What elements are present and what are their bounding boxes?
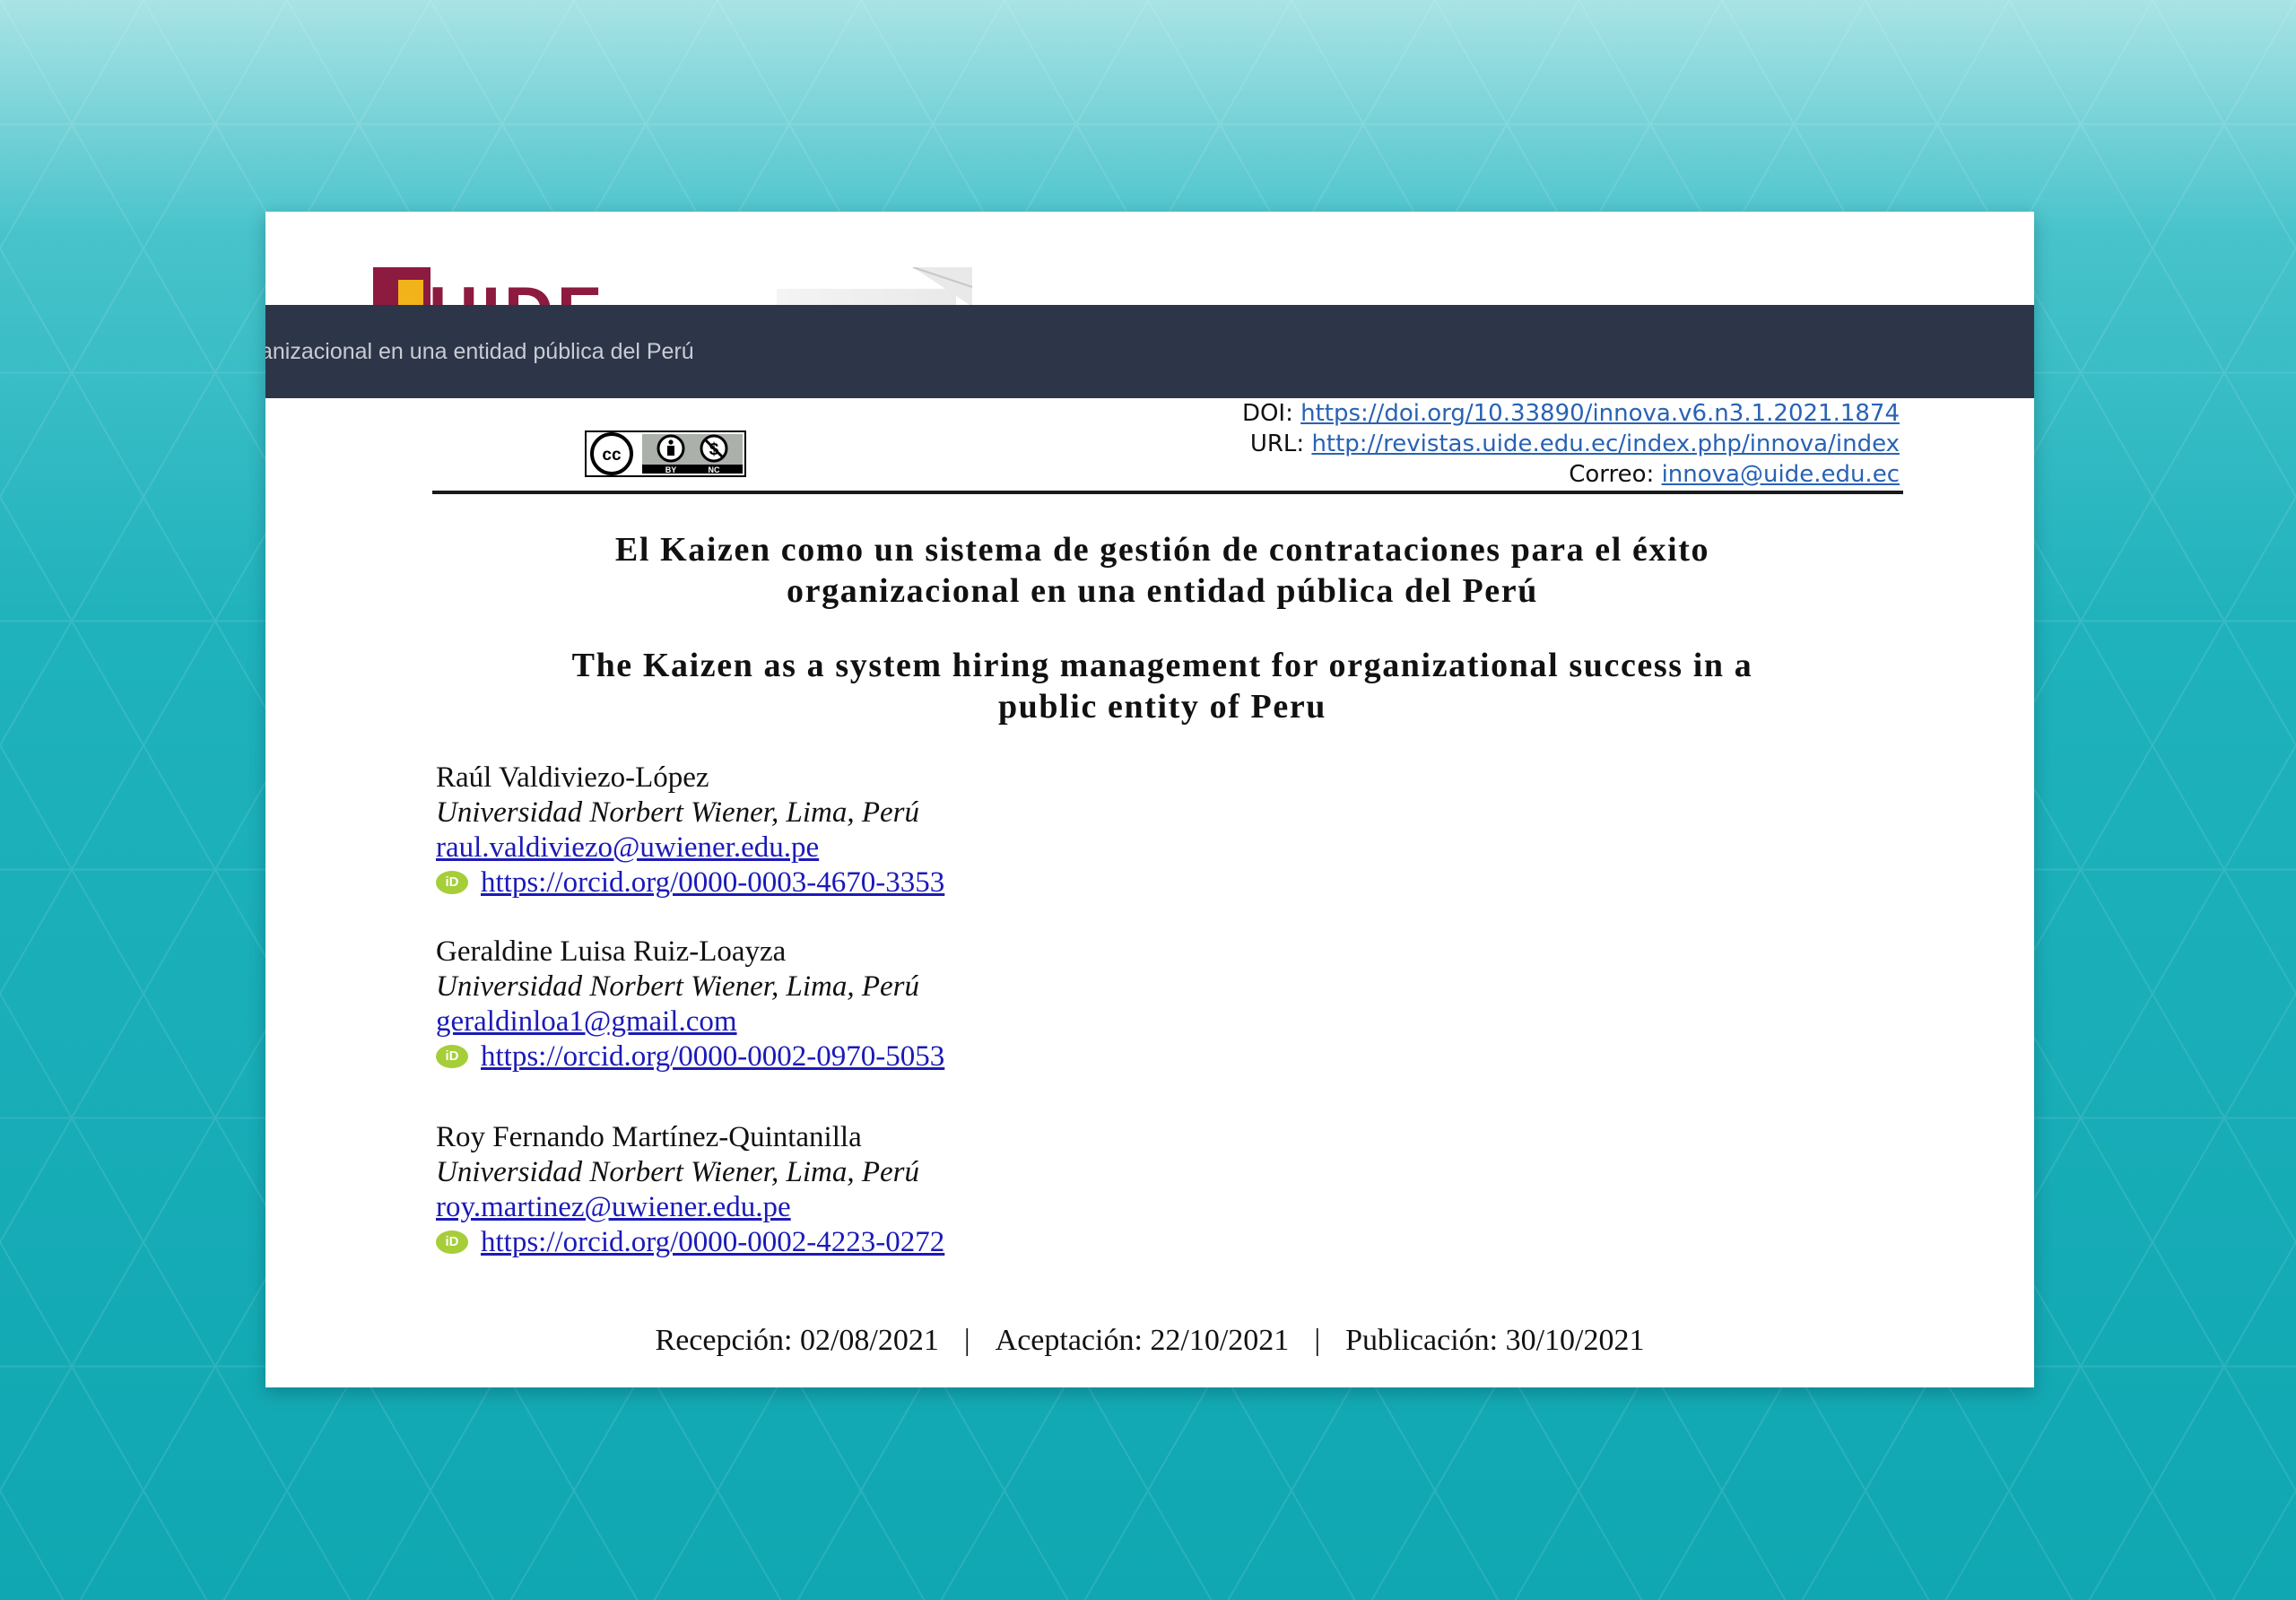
author-orcid-link[interactable]: https://orcid.org/0000-0002-0970-5053 [481,1040,944,1073]
header-divider [432,491,1903,494]
svg-text:cc: cc [602,446,622,465]
orcid-icon: iD [436,1230,468,1254]
author-block: Geraldine Luisa Ruiz-Loayza Universidad … [436,935,944,1074]
title-banner: anizacional en una entidad pública del P… [265,305,2034,398]
doi-label: DOI: [1241,400,1293,427]
url-label: URL: [1249,430,1305,457]
author-affiliation: Universidad Norbert Wiener, Lima, Perú [436,970,919,1003]
accepted-date: Aceptación: 22/10/2021 [995,1324,1290,1357]
title-english-line-1: The Kaizen as a system hiring management… [571,647,1753,684]
author-block: Roy Fernando Martínez-Quintanilla Univer… [436,1120,944,1260]
orcid-icon: iD [436,1045,468,1068]
orcid-row: iD https://orcid.org/0000-0002-4223-0272 [436,1225,944,1260]
author-email-link[interactable]: roy.martinez@uwiener.edu.pe [436,1191,791,1223]
author-name: Roy Fernando Martínez-Quintanilla [436,1121,862,1153]
email-row: Correo: innova@uide.edu.ec [1242,459,1900,490]
title-english-line-2: public entity of Peru [997,688,1327,726]
publication-dates: Recepción: 02/08/2021 | Aceptación: 22/10/… [265,1324,2034,1358]
author-email-link[interactable]: raul.valdiviezo@uwiener.edu.pe [436,831,819,864]
doi-link[interactable]: https://doi.org/10.33890/innova.v6.n3.1.… [1300,400,1900,427]
date-separator: | [1314,1324,1321,1357]
date-separator: | [963,1324,970,1357]
logo-text: UIDE [429,278,606,308]
article-metadata: DOI: https://doi.org/10.33890/innova.v6.… [1242,398,1900,490]
doi-row: DOI: https://doi.org/10.33890/innova.v6.… [1242,398,1900,429]
author-orcid-link[interactable]: https://orcid.org/0000-0003-4670-3353 [481,866,944,899]
author-affiliation: Universidad Norbert Wiener, Lima, Perú [436,1156,919,1188]
license-nc-label: NC [709,465,720,474]
document-page: UIDE anizacional en una entidad pública … [265,212,2034,1387]
author-name: Raúl Valdiviezo-López [436,761,709,794]
creative-commons-icon[interactable]: cc $ BY NC [585,430,746,477]
title-spanish-line-1: El Kaizen como un sistema de gestión de … [614,531,1710,569]
journal-logo: UIDE [373,267,1001,307]
orcid-row: iD https://orcid.org/0000-0002-0970-5053 [436,1039,944,1074]
author-affiliation: Universidad Norbert Wiener, Lima, Perú [436,796,919,829]
author-name: Geraldine Luisa Ruiz-Loayza [436,935,787,968]
license-by-label: BY [665,465,677,474]
received-date: Recepción: 02/08/2021 [655,1324,939,1357]
logo-flag-icon [912,267,973,307]
orcid-row: iD https://orcid.org/0000-0003-4670-3353 [436,865,944,900]
author-orcid-link[interactable]: https://orcid.org/0000-0002-4223-0272 [481,1226,944,1258]
logo-mark-accent [398,280,423,307]
published-date: Publicación: 30/10/2021 [1345,1324,1645,1357]
banner-title: anizacional en una entidad pública del P… [265,339,694,364]
email-label: Correo: [1569,461,1655,488]
author-block: Raúl Valdiviezo-López Universidad Norber… [436,761,944,900]
journal-url-link[interactable]: http://revistas.uide.edu.ec/index.php/in… [1311,430,1900,457]
orcid-icon: iD [436,871,468,894]
author-email-link[interactable]: geraldinloa1@gmail.com [436,1005,737,1038]
journal-email-link[interactable]: innova@uide.edu.ec [1662,461,1900,488]
title-spanish-line-2: organizacional en una entidad pública de… [787,572,1538,610]
title-english: The Kaizen as a system hiring management… [278,645,2034,727]
title-spanish: El Kaizen como un sistema de gestión de … [278,529,2034,612]
url-row: URL: http://revistas.uide.edu.ec/index.p… [1242,429,1900,459]
